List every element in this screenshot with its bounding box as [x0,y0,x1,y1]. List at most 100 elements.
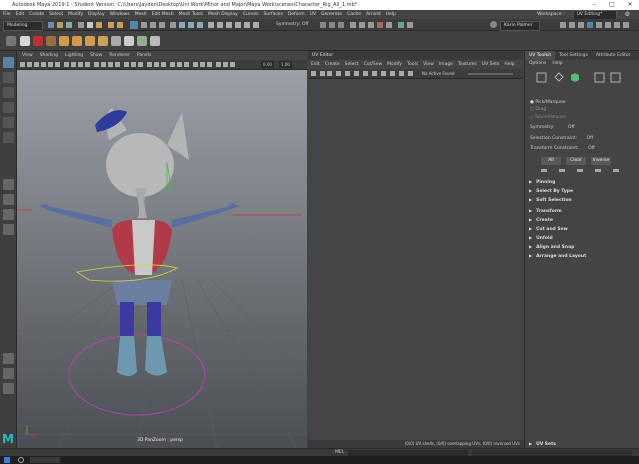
transform-constraint-dropdown[interactable]: Off [588,146,595,151]
pick-marquee-option[interactable]: ● Pick/Marquee [530,100,565,105]
shelf-icon-9[interactable] [124,36,134,46]
menu-help[interactable]: Help [386,12,396,17]
layout-single-icon[interactable] [3,179,14,190]
menu-create[interactable]: Create [29,12,44,17]
viewport-scene[interactable] [17,70,307,448]
vp-menu-lighting[interactable]: Lighting [65,53,83,58]
tab-tool-settings[interactable]: Tool Settings [555,51,592,60]
scale-icon[interactable] [3,132,14,143]
menu-display[interactable]: Display [88,12,105,17]
component-mode-icons[interactable] [535,71,635,85]
minimize-button[interactable]: – [585,0,603,10]
menu-select[interactable]: Select [49,12,63,17]
uv-menu-cut-sew[interactable]: Cut/Sew [364,62,383,67]
uv-menu-uv-sets[interactable]: UV Sets [482,62,500,67]
menu-cache[interactable]: Cache [347,12,361,17]
uv-layout-icon[interactable] [3,368,14,379]
uv-tool-icons[interactable] [311,70,421,78]
symmetry-status[interactable]: Symmetry: Off [276,22,309,27]
section-soft-selection[interactable]: ▶ Soft Selection [529,196,637,204]
uv-canvas[interactable] [308,79,523,440]
settings-icon[interactable]: ⚙ [625,11,630,18]
layout-stack-icon[interactable] [3,224,14,235]
symmetry-dropdown[interactable]: Off [568,125,575,130]
layout-four-icon[interactable] [3,194,14,205]
menu-modify[interactable]: Modify [68,12,83,17]
select-tool-icon[interactable] [3,57,14,68]
user-dropdown[interactable]: Karin Palmer [500,21,540,31]
vp-menu-panels[interactable]: Panels [137,53,151,58]
viewport-field-b[interactable]: 1.00 [279,61,292,68]
select-inverse-button[interactable]: Inverse [591,157,611,165]
maximize-button[interactable]: □ [603,0,621,10]
vp-menu-shading[interactable]: Shading [40,53,58,58]
menu-edit[interactable]: Edit [16,12,25,17]
rp-menu-options[interactable]: Options [529,60,546,68]
render-icons[interactable] [320,20,500,30]
viewport-field-a[interactable]: 0.00 [261,61,274,68]
shelf-icon-5[interactable] [72,36,82,46]
move-icon[interactable] [3,102,14,113]
uv-menu-view[interactable]: View [423,62,434,67]
panel-toggle-icons[interactable] [560,20,638,30]
uv-slider[interactable] [468,73,513,75]
taskbar-search-field[interactable] [30,457,60,463]
drag-option[interactable]: ○ Drag [530,107,546,112]
menu-windows[interactable]: Windows [110,12,130,17]
status-line-icons[interactable] [48,20,308,30]
texture-dropdown[interactable]: No Active Found [422,71,455,76]
section-transform[interactable]: ▶ Transform [529,207,637,215]
uv-menu-select[interactable]: Select [345,62,359,67]
select-clear-button[interactable]: Clear [566,157,586,165]
menu-surfaces[interactable]: Surfaces [263,12,283,17]
menu-mesh-tools[interactable]: Mesh Tools [179,12,203,17]
menu-edit-mesh[interactable]: Edit Mesh [152,12,174,17]
uv-menu-modify[interactable]: Modify [387,62,402,67]
section-align-and-snap[interactable]: ▶ Align and Snap [529,243,637,251]
user-avatar-icon[interactable] [490,21,497,28]
shelf-icon-11[interactable] [150,36,160,46]
uv-menu-textures[interactable]: Textures [458,62,477,67]
shelf-tab-icon[interactable] [6,36,16,46]
menu-deform[interactable]: Deform [288,12,305,17]
viewport-3d[interactable]: 3D PanZoom : persp [17,70,307,448]
tab-uv-toolkit[interactable]: UV Toolkit [525,51,556,60]
grow-shrink-icons[interactable] [539,167,631,175]
lasso-icon[interactable] [3,72,14,83]
tweak-marquee-option[interactable]: ○ Tweak/Marquee [530,114,566,119]
workspace-dropdown[interactable]: UV Editing* [572,9,617,20]
section-select-by-type[interactable]: ▶ Select By Type [529,187,637,195]
shelf-icon-7[interactable] [98,36,108,46]
menu-mesh[interactable]: Mesh [135,12,147,17]
section-cut-and-sew[interactable]: ▶ Cut and Sew [529,225,637,233]
rp-menu-help[interactable]: Help [552,60,562,68]
section-create[interactable]: ▶ Create [529,216,637,224]
mode-dropdown[interactable]: Modeling [3,21,43,31]
vp-menu-view[interactable]: View [22,53,33,58]
vp-menu-renderer[interactable]: Renderer [109,53,130,58]
menu-uv[interactable]: UV [310,12,316,17]
viewport-tool-icons[interactable] [20,61,270,69]
uv-menu-image[interactable]: Image [439,62,453,67]
search-icon[interactable] [18,457,24,463]
close-button[interactable]: ✕ [621,0,639,10]
shelf-icon-8[interactable] [111,36,121,46]
uv-menu-tools[interactable]: Tools [407,62,418,67]
menu-mesh-display[interactable]: Mesh Display [208,12,238,17]
shelf-icon-2[interactable] [33,36,43,46]
uv-menu-create[interactable]: Create [325,62,340,67]
start-icon[interactable] [4,457,10,463]
section-pinning[interactable]: ▶ Pinning [529,178,637,186]
uv-menu-help[interactable]: Help [504,62,514,67]
section-uv-sets[interactable]: ▶ UV Sets [529,440,637,448]
uv-menu-edit[interactable]: Edit [311,62,320,67]
menu-arnold[interactable]: Arnold [366,12,381,17]
section-arrange-and-layout[interactable]: ▶ Arrange and Layout [529,252,637,260]
shelf-icon-1[interactable] [20,36,30,46]
selection-constraint-dropdown[interactable]: Off [586,136,593,141]
menu-curves[interactable]: Curves [243,12,259,17]
shelf-icon-3[interactable] [46,36,56,46]
outliner-icon[interactable] [3,353,14,364]
shelf-icon-6[interactable] [85,36,95,46]
menu-file[interactable]: File [3,12,11,17]
